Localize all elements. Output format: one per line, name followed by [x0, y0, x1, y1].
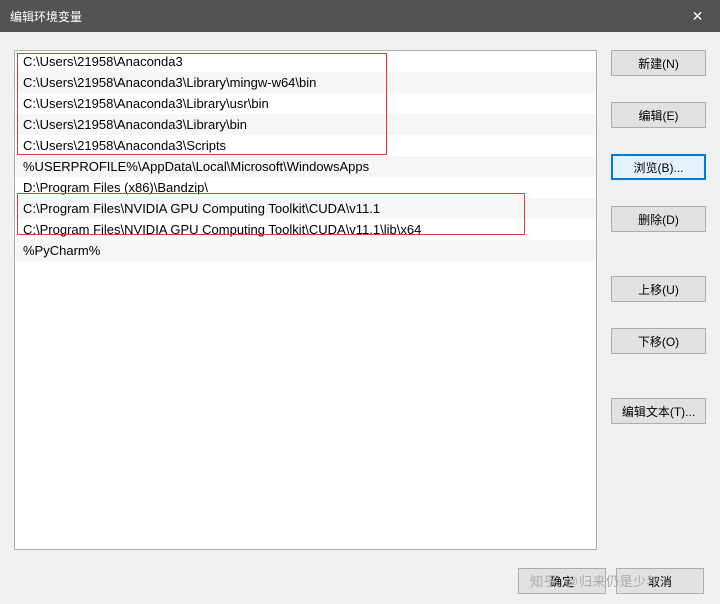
path-listbox[interactable]: C:\Users\21958\Anaconda3 C:\Users\21958\…	[14, 50, 597, 550]
list-item[interactable]: %PyCharm%	[15, 240, 596, 261]
edit-text-button[interactable]: 编辑文本(T)...	[611, 398, 706, 424]
edit-button[interactable]: 编辑(E)	[611, 102, 706, 128]
list-item[interactable]: C:\Users\21958\Anaconda3\Scripts	[15, 135, 596, 156]
move-up-button[interactable]: 上移(U)	[611, 276, 706, 302]
footer: 确定 取消	[14, 568, 706, 594]
close-icon: ✕	[692, 8, 704, 25]
window-title: 编辑环境变量	[10, 8, 82, 25]
main-row: C:\Users\21958\Anaconda3 C:\Users\21958\…	[14, 50, 706, 554]
list-item[interactable]: C:\Program Files\NVIDIA GPU Computing To…	[15, 219, 596, 240]
list-item[interactable]: C:\Users\21958\Anaconda3	[15, 51, 596, 72]
close-button[interactable]: ✕	[675, 0, 720, 32]
browse-button[interactable]: 浏览(B)...	[611, 154, 706, 180]
delete-button[interactable]: 删除(D)	[611, 206, 706, 232]
list-item[interactable]: C:\Users\21958\Anaconda3\Library\bin	[15, 114, 596, 135]
list-item[interactable]: C:\Users\21958\Anaconda3\Library\mingw-w…	[15, 72, 596, 93]
dialog-body: C:\Users\21958\Anaconda3 C:\Users\21958\…	[0, 32, 720, 604]
move-down-button[interactable]: 下移(O)	[611, 328, 706, 354]
list-item[interactable]: C:\Users\21958\Anaconda3\Library\usr\bin	[15, 93, 596, 114]
titlebar: 编辑环境变量 ✕	[0, 0, 720, 32]
new-button[interactable]: 新建(N)	[611, 50, 706, 76]
list-item[interactable]: %USERPROFILE%\AppData\Local\Microsoft\Wi…	[15, 156, 596, 177]
list-item[interactable]: C:\Program Files\NVIDIA GPU Computing To…	[15, 198, 596, 219]
ok-button[interactable]: 确定	[518, 568, 606, 594]
cancel-button[interactable]: 取消	[616, 568, 704, 594]
side-button-panel: 新建(N) 编辑(E) 浏览(B)... 删除(D) 上移(U) 下移(O) 编…	[611, 50, 706, 554]
list-item[interactable]: D:\Program Files (x86)\Bandzip\	[15, 177, 596, 198]
